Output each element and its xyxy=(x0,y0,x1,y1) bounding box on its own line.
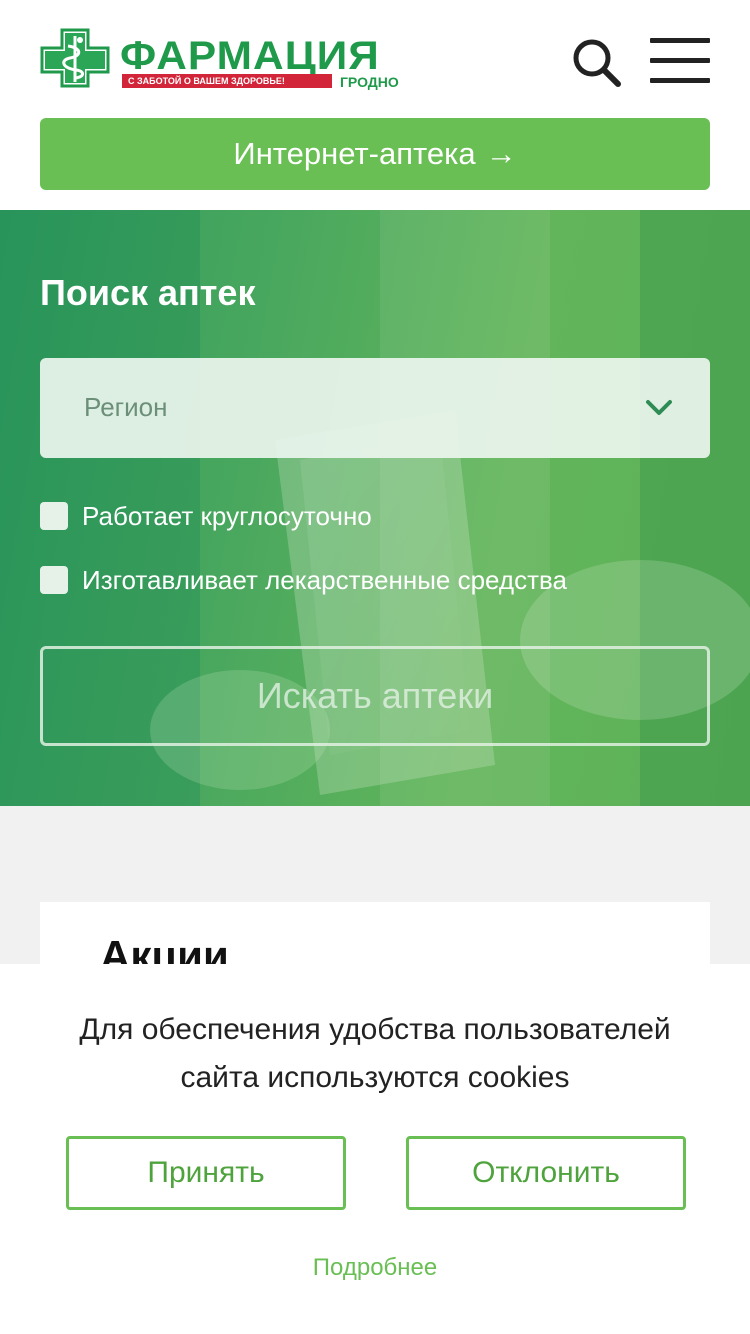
site-header: ФАРМАЦИЯ С ЗАБОТОЙ О ВАШЕМ ЗДОРОВЬЕ! ГРО… xyxy=(0,0,750,210)
cookie-more-link[interactable]: Подробнее xyxy=(0,1254,750,1282)
region-placeholder: Регион xyxy=(84,392,168,422)
filter-24h-label: Работает круглосуточно xyxy=(82,500,372,531)
search-title: Поиск аптек xyxy=(40,272,256,313)
internet-pharmacy-button[interactable]: Интернет-аптека → xyxy=(40,118,710,190)
filter-24h[interactable]: Работает круглосуточно xyxy=(40,496,372,536)
cookie-message: Для обеспечения удобства пользователей с… xyxy=(79,1013,671,1094)
checkbox-compounding[interactable] xyxy=(40,566,68,594)
menu-icon[interactable] xyxy=(650,38,710,84)
region-select[interactable]: Регион xyxy=(40,358,710,458)
checkbox-24h[interactable] xyxy=(40,502,68,530)
internet-pharmacy-label: Интернет-аптека xyxy=(233,136,476,171)
search-icon[interactable] xyxy=(570,36,622,88)
decline-cookies-button[interactable]: Отклонить xyxy=(406,1136,686,1210)
logo-city: ГРОДНО xyxy=(340,74,399,90)
logo[interactable]: ФАРМАЦИЯ С ЗАБОТОЙ О ВАШЕМ ЗДОРОВЬЕ! ГРО… xyxy=(40,28,412,90)
chevron-down-icon xyxy=(646,400,672,415)
search-pharmacies-button[interactable]: Искать аптеки xyxy=(40,646,710,746)
filter-compounding[interactable]: Изготавливает лекарственные средства xyxy=(40,560,567,600)
arrow-right-icon: → xyxy=(485,136,517,171)
accept-cookies-button[interactable]: Принять xyxy=(66,1136,346,1210)
pharmacy-search-section: Поиск аптек Регион Работает круглосуточн… xyxy=(0,210,750,806)
cookie-banner: Для обеспечения удобства пользователей с… xyxy=(0,964,750,1334)
filter-compounding-label: Изготавливает лекарственные средства xyxy=(82,564,567,595)
pharmacy-cross-logo-icon xyxy=(40,28,110,88)
logo-name: ФАРМАЦИЯ xyxy=(120,34,380,78)
logo-tagline: С ЗАБОТОЙ О ВАШЕМ ЗДОРОВЬЕ! xyxy=(122,74,332,88)
